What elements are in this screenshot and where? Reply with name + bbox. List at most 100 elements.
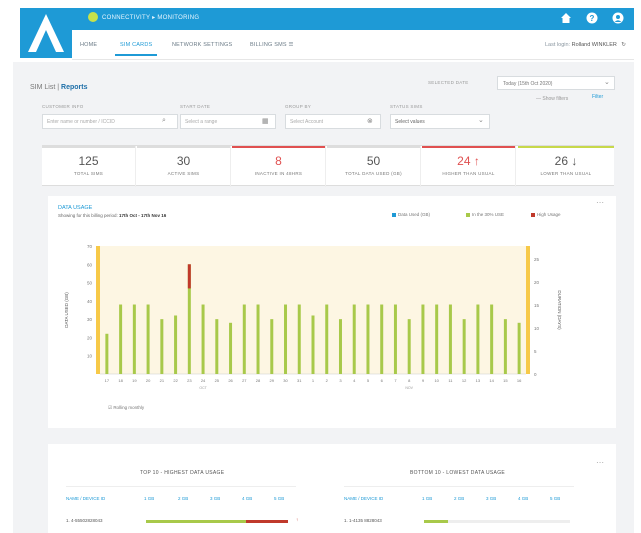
more-options-icon[interactable]: ⋯ [596, 458, 605, 467]
y-tick-label: 60 [87, 262, 93, 267]
brand-bar: CONNECTIVITY ▸ MONITORING ? [72, 8, 634, 30]
y-tick-label: 40 [87, 299, 93, 304]
legend-swatch [392, 212, 396, 217]
bar [284, 304, 288, 374]
x-tick-label: 24 [201, 378, 206, 383]
subtitle-range: 17th Oct - 17th Nov 16 [119, 213, 167, 218]
bar [242, 304, 246, 374]
stat-total-data[interactable]: 50 TOTAL DATA USED (GB) [327, 146, 421, 187]
top-row-label[interactable]: 1. 4-55502828043 [66, 518, 103, 523]
y2-tick-label: 15 [534, 303, 540, 308]
filter-button[interactable]: Filter [592, 94, 603, 100]
tab-sim-cards[interactable]: SIM CARDS [120, 42, 152, 48]
user-info: Last login: Rolland WINKLER ↻ [545, 42, 626, 48]
x-tick-label: 22 [173, 378, 178, 383]
search-input[interactable]: Enter name or number / ICCID [42, 114, 178, 129]
show-filters-link[interactable]: — Show filters [536, 96, 568, 102]
bar [311, 315, 315, 374]
x-tick-label: 12 [462, 378, 467, 383]
stat-active-sims[interactable]: 30 ACTIVE SIMS [137, 146, 231, 187]
x-tick-label: 19 [132, 378, 137, 383]
left-axis-highlight [96, 246, 100, 374]
search-label: CUSTOMER INFO [42, 104, 84, 109]
period-chevron-icon[interactable]: ⌄ [604, 78, 610, 86]
legend-swatch [466, 212, 470, 217]
bottom-row-track [448, 520, 570, 523]
stat-inactive-sims[interactable]: 8 INACTIVE IN 48HRS [232, 146, 326, 187]
x-tick-label: 16 [517, 378, 522, 383]
y-axis-label: DATA USED (GB) [64, 292, 69, 328]
user-icon[interactable] [610, 10, 626, 26]
scale-2: 2 GB [178, 496, 189, 501]
bar [366, 304, 370, 374]
bottom-row-label[interactable]: 1. 1-4135 8828043 [344, 518, 382, 523]
stat-accent [232, 146, 325, 148]
date-label: START DATE [180, 104, 211, 109]
y-tick-label: 50 [87, 281, 93, 286]
bar [421, 304, 425, 374]
stat-label: TOTAL SIMS [73, 171, 104, 176]
x-tick-label: 8 [408, 378, 411, 383]
tab-billing-sms[interactable]: BILLING SMS ☰ [250, 42, 294, 48]
y-tick-label: 70 [87, 244, 93, 249]
bar [215, 319, 219, 374]
data-usage-chart: 102030405060700510152025DATA USED (GB) DU… [64, 244, 562, 390]
user-name[interactable]: Rolland WINKLER [572, 42, 617, 48]
breadcrumb-current: Reports [61, 84, 88, 91]
app-logo[interactable] [20, 8, 72, 58]
tab-network-settings[interactable]: NETWORK SETTINGS [172, 42, 232, 48]
stat-label: LOWER THAN USUAL [540, 171, 592, 176]
rolling-toggle[interactable]: ☑ Rolling monthly [108, 405, 144, 411]
chevron-down-icon[interactable]: ⌄ [478, 116, 484, 124]
period-select[interactable]: Today (15th Oct 2020) [497, 76, 615, 90]
y2-tick-label: 10 [534, 326, 540, 331]
rolling-label: Rolling monthly [113, 405, 145, 410]
x-tick-label: 21 [160, 378, 165, 383]
more-options-icon[interactable]: ⋯ [596, 198, 605, 207]
top-usage-title: TOP 10 - HIGHEST DATA USAGE [140, 470, 225, 476]
scale-2: 2 GB [454, 496, 465, 501]
bar [297, 304, 301, 374]
tab-home[interactable]: HOME [80, 42, 97, 48]
user-label: Last login: [545, 42, 571, 48]
y2-tick-label: 0 [534, 372, 537, 377]
help-icon[interactable]: ? [584, 10, 600, 26]
top-header: CONNECTIVITY ▸ MONITORING ? HOME SIM CAR… [0, 0, 641, 62]
stat-total-sims[interactable]: 125 TOTAL SIMS [42, 146, 136, 187]
checkbox-icon[interactable]: ☑ [108, 405, 112, 410]
bar [338, 319, 342, 374]
stat-label: ACTIVE SIMS [167, 171, 200, 176]
stat-lower-usage[interactable]: 26 ↓ LOWER THAN USUAL [518, 146, 614, 187]
right-axis-highlight [526, 246, 530, 374]
y2-tick-label: 25 [534, 257, 540, 262]
right-col-header: NAME / DEVICE ID [344, 496, 384, 501]
x-tick-label: 30 [283, 378, 288, 383]
legend-label: High Usage [537, 212, 561, 217]
stat-higher-usage[interactable]: 24 ↑ HIGHER THAN USUAL [422, 146, 516, 187]
scale-3: 3 GB [210, 496, 221, 501]
stat-value: 26 ↓ [554, 154, 578, 168]
calendar-icon[interactable]: ▦ [262, 117, 269, 125]
left-col-header: NAME / DEVICE ID [66, 496, 106, 501]
period-label: SELECTED DATE [428, 80, 469, 85]
bar-high-segment [187, 264, 191, 289]
x-tick-label: 9 [422, 378, 425, 383]
legend-swatch [531, 212, 535, 217]
bar [146, 304, 150, 374]
breadcrumb-parent[interactable]: SIM List [30, 84, 55, 91]
y2-tick-label: 20 [534, 280, 540, 285]
stat-value: 125 [78, 154, 99, 168]
x-tick-label: 23 [187, 378, 192, 383]
svg-text:?: ? [590, 14, 595, 23]
home-icon[interactable] [558, 10, 574, 26]
refresh-icon[interactable]: ↻ [621, 42, 626, 48]
status-select[interactable]: Select values [390, 114, 490, 129]
y-tick-label: 20 [87, 335, 93, 340]
bar [490, 304, 494, 374]
breadcrumb-separator: | [57, 84, 60, 91]
top-row-bar [146, 520, 246, 523]
bar [132, 304, 136, 374]
search-icon[interactable]: ⌕ [162, 117, 166, 125]
clear-icon[interactable]: ⊗ [367, 117, 373, 125]
bar [476, 304, 480, 374]
